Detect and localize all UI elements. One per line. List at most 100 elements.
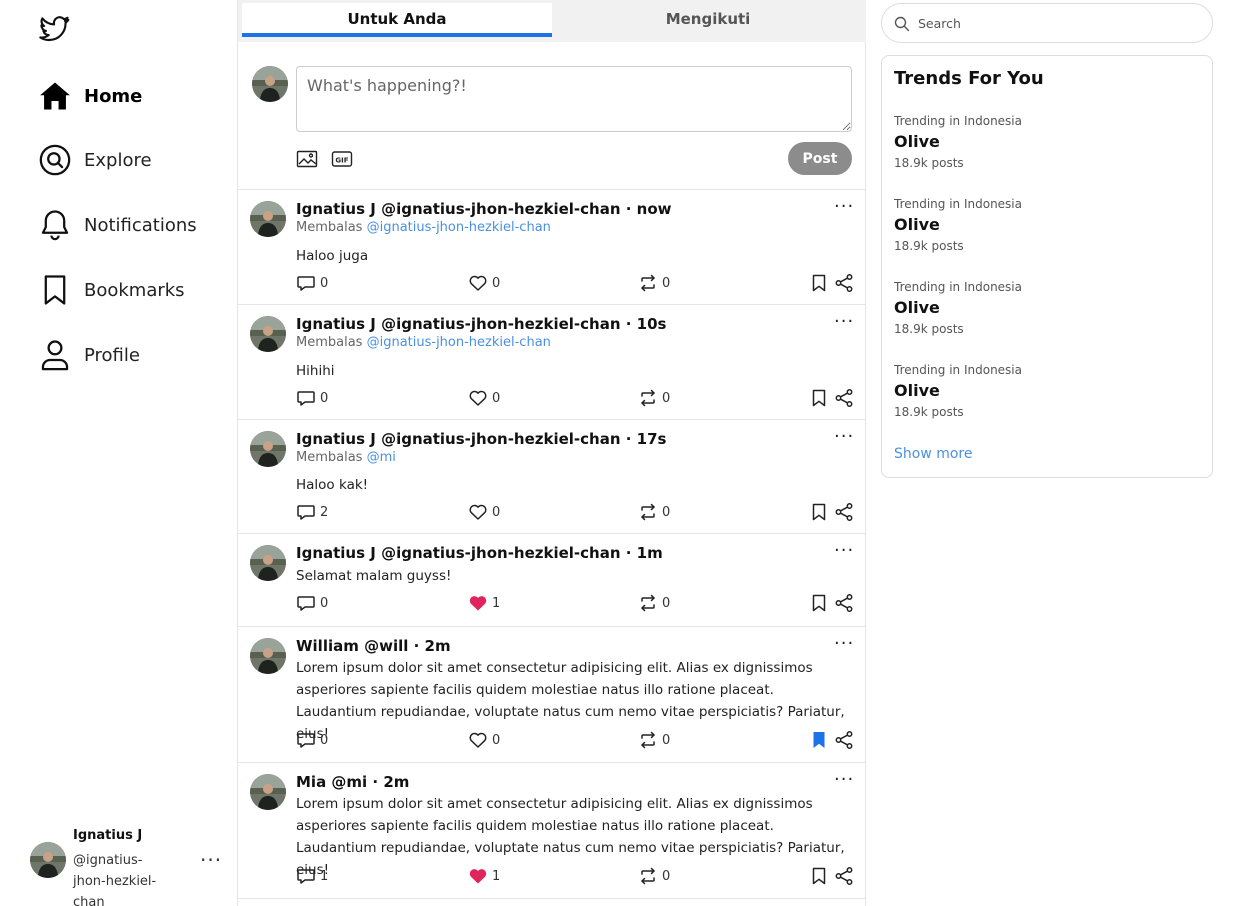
tweet[interactable]: William @will · 2m ··· Lorem ipsum dolor s… <box>238 627 866 763</box>
share-button[interactable] <box>834 729 854 751</box>
compose-input[interactable] <box>296 66 852 132</box>
tweet[interactable]: Ignatius J @ignatius-jhon-hezkiel-chan ·… <box>238 420 866 534</box>
bookmark-button[interactable] <box>809 592 829 614</box>
more-options-icon[interactable]: ··· <box>834 428 854 446</box>
bookmark-icon <box>44 275 66 305</box>
tweet-header[interactable]: Ignatius J @ignatius-jhon-hezkiel-chan ·… <box>296 430 666 448</box>
tweet[interactable]: Ignatius J @ignatius-jhon-hezkiel-chan ·… <box>238 190 866 305</box>
more-options-icon[interactable]: ··· <box>834 313 854 331</box>
gif-icon[interactable]: GIF <box>331 150 353 168</box>
tweet-header[interactable]: William @will · 2m <box>296 637 451 655</box>
reply-button[interactable]: 0 <box>296 272 328 294</box>
like-button[interactable]: 0 <box>468 729 500 751</box>
retweet-icon <box>641 594 655 612</box>
retweet-button[interactable]: 0 <box>638 592 670 614</box>
share-icon <box>835 274 853 292</box>
share-button[interactable] <box>834 387 854 409</box>
tab-for-you[interactable]: Untuk Anda <box>242 3 552 37</box>
reply-icon <box>297 733 315 748</box>
more-options-icon[interactable]: ··· <box>834 198 854 216</box>
nav-explore[interactable]: Explore <box>38 142 152 178</box>
tweet-text: Selamat malam guyss! <box>296 568 452 584</box>
tweet-header[interactable]: Ignatius J @ignatius-jhon-hezkiel-chan ·… <box>296 315 666 333</box>
tweet-header[interactable]: Mia @mi · 2m <box>296 773 409 791</box>
reply-mention-link[interactable]: @ignatius-jhon-hezkiel-chan <box>367 220 551 235</box>
reply-button[interactable]: 2 <box>296 501 328 523</box>
share-icon <box>835 389 853 407</box>
avatar[interactable] <box>250 774 286 810</box>
tweet[interactable]: Ignatius J @ignatius-jhon-hezkiel-chan ·… <box>238 534 866 627</box>
twitter-logo-icon[interactable] <box>38 14 72 46</box>
avatar[interactable] <box>250 431 286 467</box>
trend-count: 18.9k posts <box>894 405 964 419</box>
trend-item[interactable]: Trending in Indonesia Olive 18.9k posts <box>894 363 1194 433</box>
trend-context: Trending in Indonesia <box>894 280 1022 294</box>
like-button[interactable]: 0 <box>468 387 500 409</box>
tab-following[interactable]: Mengikuti <box>552 3 864 37</box>
like-button[interactable]: 1 <box>468 592 500 614</box>
bookmark-button[interactable] <box>809 729 829 751</box>
heart-icon <box>469 732 487 748</box>
retweet-button[interactable]: 0 <box>638 865 670 887</box>
retweet-button[interactable]: 0 <box>638 387 670 409</box>
trend-context: Trending in Indonesia <box>894 197 1022 211</box>
tweet-composer: GIF Post <box>238 42 866 190</box>
bookmark-button[interactable] <box>809 501 829 523</box>
reply-context: Membalas @mi <box>296 450 396 465</box>
nav-home[interactable]: Home <box>38 78 142 114</box>
retweet-button[interactable]: 0 <box>638 272 670 294</box>
trend-count: 18.9k posts <box>894 239 964 253</box>
bookmark-icon <box>812 503 826 521</box>
bookmark-button[interactable] <box>809 272 829 294</box>
tweet[interactable]: Ignatius J @ignatius-jhon-hezkiel-chan ·… <box>238 305 866 420</box>
reply-button[interactable]: 0 <box>296 729 328 751</box>
bookmark-button[interactable] <box>809 387 829 409</box>
bookmark-button[interactable] <box>809 865 829 887</box>
account-switcher[interactable]: Ignatius J @ignatius-jhon-hezkiel-chan ·… <box>30 826 225 906</box>
tweet[interactable]: Mia @mi · 2m ··· Lorem ipsum dolor sit ame… <box>238 763 866 899</box>
retweet-button[interactable]: 0 <box>638 729 670 751</box>
like-count: 0 <box>492 390 501 406</box>
post-button[interactable]: Post <box>788 142 852 175</box>
more-options-icon[interactable]: ··· <box>834 771 854 789</box>
reply-mention-link[interactable]: @ignatius-jhon-hezkiel-chan <box>367 335 551 350</box>
avatar[interactable] <box>250 201 286 237</box>
nav-notifications[interactable]: Notifications <box>38 207 197 243</box>
like-button[interactable]: 1 <box>468 865 500 887</box>
reply-button[interactable]: 1 <box>296 865 328 887</box>
trend-name: Olive <box>894 132 940 151</box>
reply-button[interactable]: 0 <box>296 592 328 614</box>
search-input[interactable] <box>918 12 1198 34</box>
like-button[interactable]: 0 <box>468 272 500 294</box>
avatar[interactable] <box>250 316 286 352</box>
tweet-header[interactable]: Ignatius J @ignatius-jhon-hezkiel-chan ·… <box>296 544 663 562</box>
share-button[interactable] <box>834 592 854 614</box>
account-more-icon[interactable]: ··· <box>200 850 222 870</box>
trend-item[interactable]: Trending in Indonesia Olive 18.9k posts <box>894 280 1194 350</box>
reply-mention-link[interactable]: @mi <box>367 450 396 465</box>
like-button[interactable]: 0 <box>468 501 500 523</box>
image-icon[interactable] <box>296 150 318 168</box>
nav-bookmarks[interactable]: Bookmarks <box>38 272 185 308</box>
more-options-icon[interactable]: ··· <box>834 635 854 653</box>
trend-item[interactable]: Trending in Indonesia Olive 18.9k posts <box>894 197 1194 267</box>
trend-item[interactable]: Trending in Indonesia Olive 18.9k posts <box>894 114 1194 184</box>
avatar[interactable] <box>250 638 286 674</box>
tweet-actions: 2 0 0 <box>296 501 856 523</box>
share-button[interactable] <box>834 272 854 294</box>
nav-profile-label: Profile <box>84 344 140 366</box>
search-bar[interactable] <box>881 3 1213 43</box>
tweet-actions: 0 1 0 <box>296 592 856 614</box>
share-button[interactable] <box>834 501 854 523</box>
show-more-link[interactable]: Show more <box>894 446 973 462</box>
trends-panel: Trends For You Trending in Indonesia Oli… <box>881 55 1213 478</box>
nav-profile[interactable]: Profile <box>38 337 140 373</box>
share-button[interactable] <box>834 865 854 887</box>
tweet-header[interactable]: Ignatius J @ignatius-jhon-hezkiel-chan ·… <box>296 200 672 218</box>
reply-count: 2 <box>320 504 329 520</box>
retweet-button[interactable]: 0 <box>638 501 670 523</box>
account-name: Ignatius J <box>73 828 143 843</box>
more-options-icon[interactable]: ··· <box>834 542 854 560</box>
reply-button[interactable]: 0 <box>296 387 328 409</box>
avatar[interactable] <box>250 545 286 581</box>
